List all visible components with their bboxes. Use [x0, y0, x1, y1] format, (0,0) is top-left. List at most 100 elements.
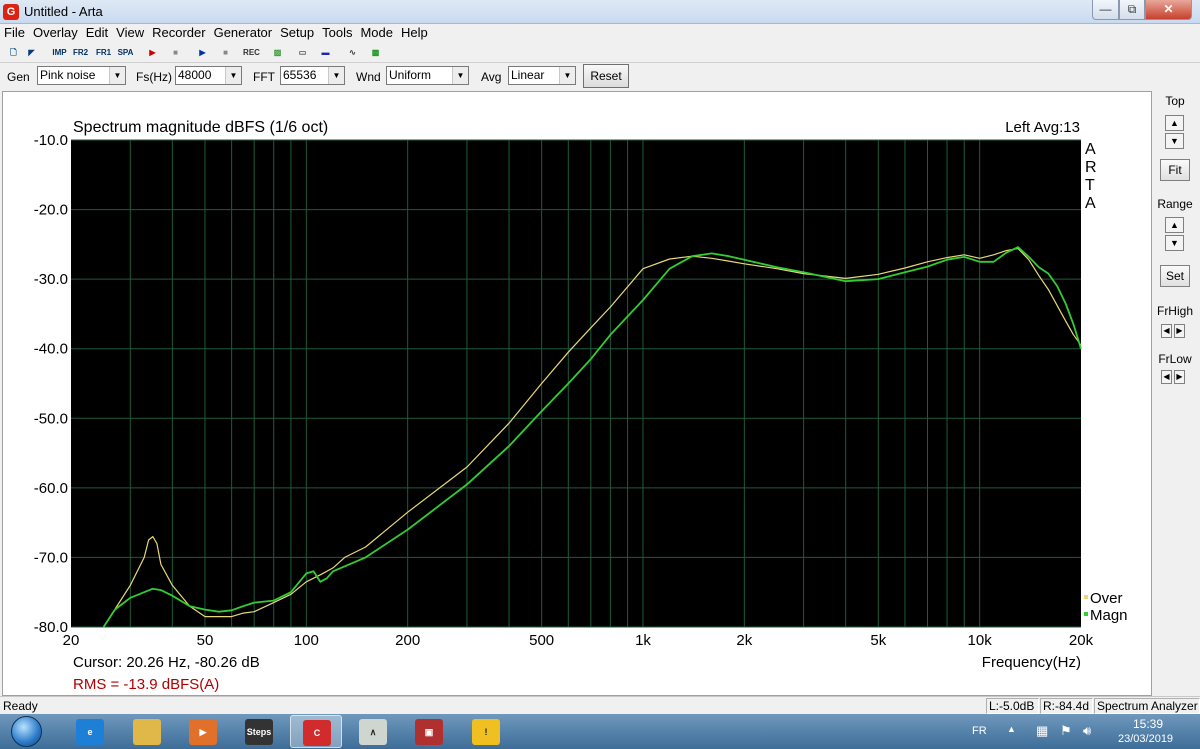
taskbar-media-icon: ▶ [189, 719, 217, 745]
new-icon[interactable]: 🗋 [4, 44, 23, 61]
legend-swatch [1084, 595, 1088, 599]
status-right-level: R:-84.4d [1040, 698, 1093, 714]
fft-value: 65536 [283, 68, 317, 82]
frhigh-right-button[interactable]: ▶ [1174, 324, 1185, 338]
minimize-button[interactable]: — [1092, 0, 1119, 20]
chevron-down-icon: ▼ [328, 67, 344, 84]
slider-icon[interactable]: ▭ [293, 44, 312, 61]
taskbar-limp-icon: ∧ [359, 719, 387, 745]
top-down-button[interactable]: ▼ [1165, 133, 1184, 149]
frhigh-left-button[interactable]: ◀ [1161, 324, 1172, 338]
waveform-icon[interactable]: ▨ [268, 44, 287, 61]
arta-app-icon[interactable]: G [3, 4, 19, 20]
chevron-down-icon: ▼ [109, 67, 125, 84]
wnd-label: Wnd [356, 70, 381, 84]
restore-button[interactable]: ⧉ [1119, 0, 1145, 20]
avg-select[interactable]: Linear ▼ [508, 66, 576, 85]
arta-watermark-letter: R [1085, 159, 1097, 176]
windows-logo-icon [11, 716, 42, 747]
taskbar-arta[interactable]: C [290, 715, 342, 748]
speaker-icon[interactable]: 🔊︎ [1083, 723, 1091, 739]
menu-mode[interactable]: Mode [356, 24, 397, 42]
clock-date[interactable]: 23/03/2019 [1118, 733, 1173, 745]
bar-icon[interactable]: ▬ [316, 44, 335, 61]
close-button[interactable]: ✕ [1145, 0, 1192, 20]
plot-area [71, 140, 1081, 627]
set-button[interactable]: Set [1160, 265, 1190, 287]
y-tick-label: -30.0 [34, 271, 68, 288]
taskbar-explorer-icon [133, 719, 161, 745]
status-ready: Ready [3, 699, 38, 713]
x-tick-label: 200 [395, 632, 420, 649]
window-title: Untitled - Arta [24, 4, 103, 19]
spectrum-chart[interactable]: -10.0-20.0-30.0-40.0-50.0-60.0-70.0-80.0… [3, 92, 1153, 697]
reset-button[interactable]: Reset [583, 64, 629, 88]
menu-recorder[interactable]: Recorder [148, 24, 209, 42]
range-down-button[interactable]: ▼ [1165, 235, 1184, 251]
fr2-button[interactable]: FR2 [71, 44, 90, 61]
x-tick-label: 10k [968, 632, 993, 649]
stop2-icon[interactable]: ■ [216, 44, 235, 61]
wnd-select[interactable]: Uniform ▼ [386, 66, 469, 85]
range-up-button[interactable]: ▲ [1165, 217, 1184, 233]
gen-select[interactable]: Pink noise ▼ [37, 66, 126, 85]
rec-icon[interactable]: REC [242, 44, 261, 61]
menu-tools[interactable]: Tools [318, 24, 356, 42]
menu-setup[interactable]: Setup [276, 24, 318, 42]
rms-readout: RMS = -13.9 dBFS(A) [73, 676, 219, 693]
frlow-right-button[interactable]: ▶ [1174, 370, 1185, 384]
sine-icon[interactable]: ∿ [343, 44, 362, 61]
network-icon[interactable]: ▦ [1036, 723, 1048, 739]
language-indicator[interactable]: FR [972, 725, 987, 737]
title-bar: G Untitled - Arta — ⧉ ✕ [0, 0, 1200, 24]
menu-file[interactable]: File [0, 24, 29, 42]
menu-generator[interactable]: Generator [210, 24, 277, 42]
menu-edit[interactable]: Edit [82, 24, 112, 42]
taskbar-explorer[interactable] [121, 715, 173, 748]
menu-bar: File Overlay Edit View Recorder Generator Setu… [0, 24, 1200, 42]
menu-view[interactable]: View [112, 24, 148, 42]
x-tick-label: 20 [63, 632, 80, 649]
fs-select[interactable]: 48000 ▼ [175, 66, 242, 85]
record-icon[interactable]: ▶ [143, 44, 162, 61]
frlow-left-button[interactable]: ◀ [1161, 370, 1172, 384]
stop-icon[interactable]: ■ [166, 44, 185, 61]
monitor-icon[interactable]: ▩ [366, 44, 385, 61]
taskbar-warning-icon: ! [472, 719, 500, 745]
fs-value: 48000 [178, 68, 212, 82]
taskbar-media[interactable]: ▶ [177, 715, 229, 748]
avg-value: Linear [511, 68, 545, 82]
menu-help[interactable]: Help [397, 24, 432, 42]
legend-label: Over [1090, 590, 1123, 607]
y-tick-label: -70.0 [34, 549, 68, 566]
taskbar: e ▶ Steps C ∧ ▣! FR ▲ ▦ ⚑ 🔊︎ 15:39 23/03/2019 [0, 714, 1200, 749]
x-tick-label: 20k [1069, 632, 1094, 649]
fr1-button[interactable]: FR1 [94, 44, 113, 61]
fit-button[interactable]: Fit [1160, 159, 1190, 181]
action-center-icon[interactable]: ⚑ [1060, 723, 1072, 739]
y-tick-label: -60.0 [34, 480, 68, 497]
top-up-button[interactable]: ▲ [1165, 115, 1184, 131]
spa-button[interactable]: SPA [116, 44, 135, 61]
start-button[interactable] [3, 714, 53, 749]
play-icon[interactable]: ▶ [193, 44, 212, 61]
taskbar-limp[interactable]: ∧ [347, 715, 399, 748]
taskbar-recorder-icon: ▣ [415, 719, 443, 745]
open-icon[interactable]: ◤ [22, 44, 41, 61]
imp-button[interactable]: IMP [50, 44, 69, 61]
fft-select[interactable]: 65536 ▼ [280, 66, 345, 85]
clock-time[interactable]: 15:39 [1133, 717, 1163, 731]
gen-label: Gen [7, 70, 30, 84]
taskbar-steps[interactable]: Steps [233, 715, 285, 748]
x-tick-label: 50 [197, 632, 214, 649]
plot-panel: -10.0 -20.0 -30.0 -40.0 -50.0 -60.0 -70.0 -80.0… [2, 91, 1152, 696]
wnd-value: Uniform [389, 68, 432, 82]
tray-expand-icon[interactable]: ▲ [1007, 724, 1016, 734]
x-tick-label: 1k [635, 632, 651, 649]
menu-overlay[interactable]: Overlay [29, 24, 82, 42]
taskbar-arta-icon: C [303, 720, 331, 746]
top-label: Top [1165, 94, 1185, 108]
taskbar-ie[interactable]: e [64, 715, 116, 748]
taskbar-recorder[interactable]: ▣ [403, 715, 455, 748]
taskbar-warning[interactable]: ! [460, 715, 512, 748]
